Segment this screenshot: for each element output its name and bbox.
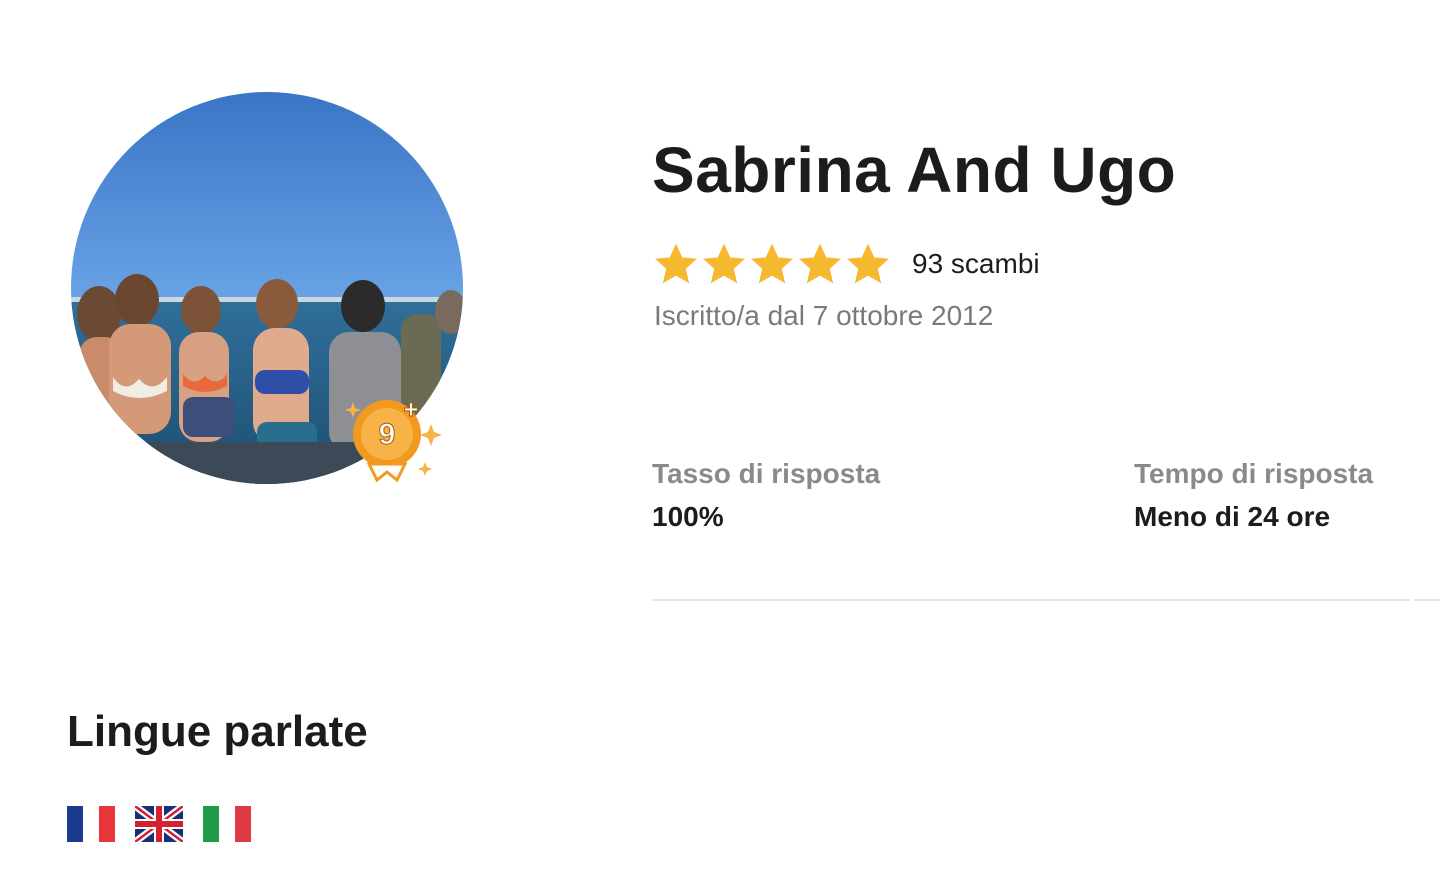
exchanges-count[interactable]: 93 scambi: [912, 248, 1040, 280]
star-icon: [751, 243, 793, 284]
stat-response-rate: Tasso di risposta 100%: [652, 456, 880, 535]
language-flags: [67, 806, 251, 842]
italy-flag-icon: [203, 806, 251, 842]
stat-value: Meno di 24 ore: [1134, 501, 1331, 532]
svg-text:+: +: [403, 394, 418, 424]
divider: [652, 599, 1410, 601]
rating-row: 93 scambi: [652, 236, 1040, 292]
stat-value: 100%: [652, 501, 724, 532]
profile-name: Sabrina And Ugo: [652, 134, 1177, 206]
star-icon: [847, 243, 889, 284]
profile-page: 9 + Sabrina And Ugo 93 scambi Iscritto/a…: [0, 0, 1440, 894]
rating-stars: [652, 240, 892, 288]
star-icon: [799, 243, 841, 284]
badge-9plus-icon: 9 +: [345, 394, 442, 483]
uk-flag-icon: [135, 806, 183, 842]
member-since: Iscritto/a dal 7 ottobre 2012: [654, 300, 994, 331]
avatar-container: 9 +: [71, 92, 463, 484]
badge-number: 9: [379, 418, 396, 451]
stat-label: Tempo di risposta: [1134, 458, 1374, 489]
languages-title: Lingue parlate: [67, 707, 368, 756]
stat-label: Tasso di risposta: [652, 458, 881, 489]
star-icon: [655, 243, 697, 284]
star-icon: [703, 243, 745, 284]
stat-response-time: Tempo di risposta Meno di 24 ore: [1134, 456, 1373, 535]
divider: [1414, 599, 1440, 601]
france-flag-icon: [67, 806, 115, 842]
